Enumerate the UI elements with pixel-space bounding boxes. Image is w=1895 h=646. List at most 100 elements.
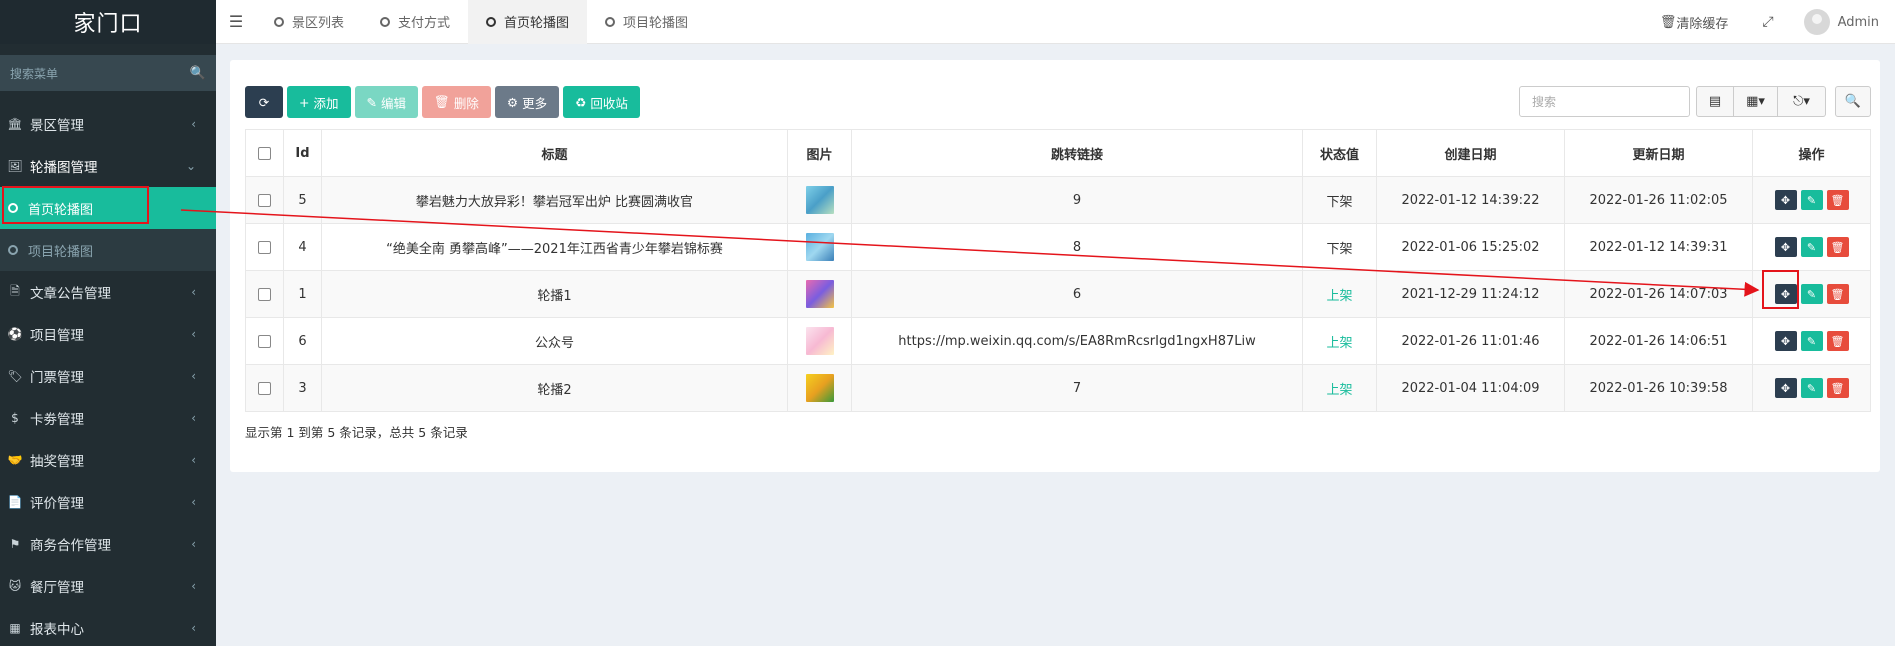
- row-id: 6: [283, 317, 322, 365]
- avatar[interactable]: [1803, 9, 1830, 35]
- pencil-icon[interactable]: ✎: [1800, 237, 1823, 257]
- advanced-search-button[interactable]: 🔍: [1835, 86, 1871, 117]
- col-image[interactable]: 图片: [787, 129, 852, 177]
- row-checkbox[interactable]: [258, 240, 271, 254]
- tab-home-carousel[interactable]: 首页轮播图: [468, 0, 588, 44]
- brand-logo[interactable]: 家门口: [0, 0, 216, 44]
- col-link[interactable]: 跳转链接: [851, 129, 1303, 177]
- row-image-cell: [787, 317, 852, 365]
- sidebar-item-business[interactable]: ⚑ 商务合作管理 ‹: [0, 523, 216, 565]
- content-panel: ⟳ +添加 ✎编辑 🗑删除 ⚙更多 ♻回收站 ▤ ▦▾ ⎋▾ 🔍 Id 标题 图…: [230, 60, 1880, 472]
- row-status[interactable]: 上架: [1302, 270, 1377, 318]
- row-thumbnail[interactable]: [805, 374, 834, 402]
- search-icon[interactable]: 🔍: [190, 66, 206, 81]
- pencil-icon[interactable]: ✎: [1800, 331, 1823, 351]
- row-thumbnail[interactable]: [805, 327, 834, 355]
- tab-scenic-list[interactable]: 景区列表: [256, 0, 362, 44]
- col-title[interactable]: 标题: [321, 129, 788, 177]
- tab-payment[interactable]: 支付方式: [362, 0, 468, 44]
- search-input[interactable]: [1532, 94, 1677, 109]
- row-checkbox[interactable]: [258, 193, 271, 207]
- columns-button[interactable]: ▦▾: [1734, 86, 1778, 117]
- sidebar-item-carousel[interactable]: 🖼 轮播图管理 ⌄: [0, 145, 216, 187]
- row-thumbnail[interactable]: [805, 233, 834, 261]
- delete-button[interactable]: 🗑 删除: [422, 86, 491, 118]
- col-status[interactable]: 状态值: [1302, 129, 1377, 177]
- recycle-bin-button[interactable]: ♻ 回收站: [563, 86, 640, 118]
- row-status[interactable]: 下架: [1302, 223, 1377, 271]
- circle-icon: [486, 16, 497, 27]
- chevron-left-icon: ‹: [191, 327, 196, 341]
- sidebar-item-coupons[interactable]: $ 卡劵管理 ‹: [0, 397, 216, 439]
- edit-button[interactable]: ✎ 编辑: [354, 86, 418, 118]
- row-thumbnail[interactable]: [805, 280, 834, 308]
- fullscreen-icon[interactable]: ⤢: [1762, 14, 1773, 30]
- pencil-icon[interactable]: ✎: [1800, 284, 1823, 304]
- sidebar-item-project-carousel[interactable]: 项目轮播图: [0, 229, 216, 271]
- dollar-icon: $: [11, 411, 19, 425]
- sidebar-item-lottery[interactable]: 🤝 抽奖管理 ‹: [0, 439, 216, 481]
- move-icon[interactable]: ✥: [1774, 190, 1797, 210]
- row-select-cell: [245, 364, 284, 412]
- refresh-button[interactable]: ⟳: [245, 86, 283, 118]
- row-image-cell: [787, 364, 852, 412]
- card-view-button[interactable]: ▤: [1696, 86, 1734, 117]
- row-title: 轮播1: [321, 270, 788, 318]
- table-row[interactable]: 5 攀岩魅力大放异彩！攀岩冠军出炉 比赛圆满收官 9 下架 2022-01-12 14:…: [245, 176, 1871, 224]
- row-checkbox[interactable]: [258, 287, 271, 301]
- sidebar-search[interactable]: 搜索菜单 🔍: [0, 55, 216, 91]
- trash-icon[interactable]: 🗑: [1826, 378, 1849, 398]
- move-icon[interactable]: ✥: [1774, 378, 1797, 398]
- pencil-icon[interactable]: ✎: [1800, 378, 1823, 398]
- sidebar-item-articles[interactable]: 🗎 文章公告管理 ‹: [0, 271, 216, 313]
- col-created[interactable]: 创建日期: [1376, 129, 1565, 177]
- menu-toggle-icon[interactable]: ☰: [216, 12, 256, 31]
- export-button[interactable]: ⎋▾: [1778, 86, 1826, 117]
- row-checkbox[interactable]: [258, 381, 271, 395]
- move-icon[interactable]: ✥: [1774, 331, 1797, 351]
- sidebar-item-projects[interactable]: ⚽ 项目管理 ‹: [0, 313, 216, 355]
- gear-icon: ⚙: [506, 94, 519, 110]
- trash-icon[interactable]: 🗑: [1826, 237, 1849, 257]
- sidebar-menu: 🏛 景区管理 ‹ 🖼 轮播图管理 ⌄ 首页轮播图 项目轮播图 🗎 文章公告管理 ‹ ⚽ 项目管…: [0, 103, 216, 646]
- trash-icon[interactable]: 🗑: [1826, 284, 1849, 304]
- plus-icon: +: [299, 94, 310, 110]
- user-name[interactable]: Admin: [1838, 15, 1879, 30]
- row-created: 2022-01-06 15:25:02: [1376, 223, 1565, 271]
- row-status[interactable]: 上架: [1302, 317, 1377, 365]
- tab-project-carousel[interactable]: 项目轮播图: [587, 0, 706, 44]
- move-icon[interactable]: ✥: [1774, 237, 1797, 257]
- sidebar-item-tickets[interactable]: 🏷 门票管理 ‹: [0, 355, 216, 397]
- add-button[interactable]: + 添加: [287, 86, 351, 118]
- pencil-icon: ✎: [366, 94, 377, 110]
- table-search[interactable]: [1519, 86, 1690, 117]
- row-thumbnail[interactable]: [805, 186, 834, 214]
- row-status[interactable]: 上架: [1302, 364, 1377, 412]
- trash-icon[interactable]: 🗑: [1826, 331, 1849, 351]
- row-select-cell: [245, 176, 284, 224]
- row-link: 8: [851, 223, 1303, 271]
- col-updated[interactable]: 更新日期: [1564, 129, 1753, 177]
- row-status[interactable]: 下架: [1302, 176, 1377, 224]
- sidebar-item-reports[interactable]: ▦ 报表中心 ‹: [0, 607, 216, 646]
- row-created: 2021-12-29 11:24:12: [1376, 270, 1565, 318]
- table-row[interactable]: 3 轮播2 7 上架 2022-01-04 11:04:09 2022-01-26 10:…: [245, 364, 1871, 412]
- select-all-checkbox[interactable]: [258, 146, 271, 160]
- col-id[interactable]: Id: [283, 129, 322, 177]
- sidebar-item-restaurant[interactable]: 🐱 餐厅管理 ‹: [0, 565, 216, 607]
- document-icon: 📄: [7, 495, 23, 509]
- export-icon: ⎋▾: [1793, 94, 1810, 109]
- row-checkbox[interactable]: [258, 334, 271, 348]
- row-title: 攀岩魅力大放异彩！攀岩冠军出炉 比赛圆满收官: [321, 176, 788, 224]
- trash-icon[interactable]: 🗑: [1826, 190, 1849, 210]
- table-row[interactable]: 1 轮播1 6 上架 2021-12-29 11:24:12 2022-01-26 14:…: [245, 270, 1871, 318]
- table-row[interactable]: 6 公众号 https://mp.weixin.qq.com/s/EA8RmRcsr…: [245, 317, 1871, 365]
- table-row[interactable]: 4 “绝美全南 勇攀高峰”——2021年江西省青少年攀岩锦标赛 8 下架 2022-01…: [245, 223, 1871, 271]
- sidebar-item-reviews[interactable]: 📄 评价管理 ‹: [0, 481, 216, 523]
- sidebar-item-scenic[interactable]: 🏛 景区管理 ‹: [0, 103, 216, 145]
- row-actions: ✥ ✎ 🗑: [1752, 364, 1871, 412]
- pencil-icon[interactable]: ✎: [1800, 190, 1823, 210]
- clear-cache-button[interactable]: 🗑 清除缓存: [1660, 13, 1729, 32]
- more-button[interactable]: ⚙ 更多: [494, 86, 560, 118]
- row-actions: ✥ ✎ 🗑: [1752, 223, 1871, 271]
